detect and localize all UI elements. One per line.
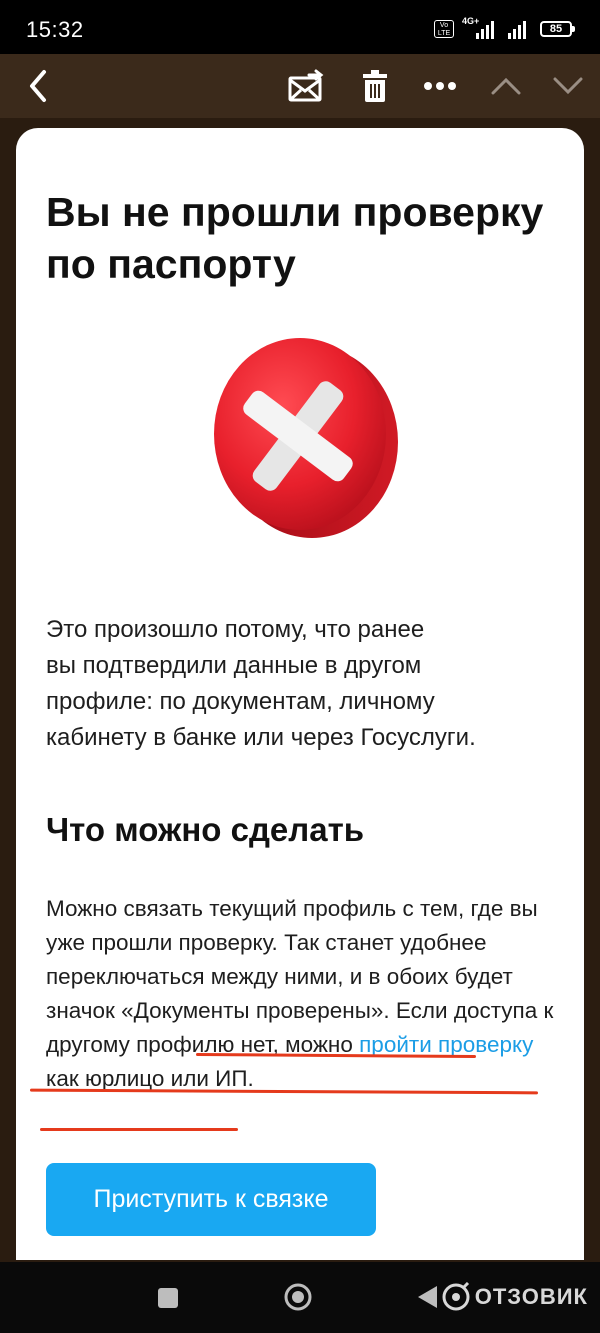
cellular-signal-icon: 4G+ — [462, 16, 500, 39]
system-nav-bar: ОТЗОВИК — [0, 1262, 600, 1333]
chevron-down-icon[interactable] — [544, 62, 592, 110]
clock: 15:32 — [26, 17, 84, 42]
more-icon[interactable] — [416, 62, 464, 110]
red-x-cross-icon — [204, 328, 404, 548]
explanation-text: Это произошло потому, что ранее вы подтв… — [46, 616, 476, 751]
status-icons: Vo LTE 4G+ 85 — [434, 16, 575, 40]
recent-apps-icon[interactable] — [157, 1287, 179, 1314]
annotation-underline-3 — [40, 1128, 238, 1131]
back-icon[interactable] — [14, 62, 62, 110]
body-text-part3: как юрлицо или ИП. — [46, 1066, 254, 1091]
chevron-up-icon[interactable] — [482, 62, 530, 110]
trash-icon[interactable] — [351, 62, 399, 110]
volte-icon: Vo LTE — [434, 20, 454, 38]
back-triangle-icon[interactable] — [415, 1284, 439, 1315]
page-title: Вы не прошли проверку по паспорту — [46, 189, 544, 287]
status-bar: 15:32 Vo LTE 4G+ 85 — [0, 0, 600, 54]
verify-link[interactable]: пройти проверку — [359, 1032, 533, 1057]
watermark-text: ОТЗОВИК — [474, 1284, 588, 1309]
cellular-signal-2-icon — [508, 19, 532, 39]
battery-icon: 85 — [540, 21, 575, 37]
section-heading: Что можно сделать — [46, 811, 365, 848]
home-icon[interactable] — [283, 1282, 313, 1317]
watermark-logo: ОТЗОВИК — [441, 1280, 588, 1314]
start-linking-button[interactable]: Приступить к связке — [46, 1163, 376, 1236]
mail-toolbar — [0, 54, 600, 118]
email-body: Вы не прошли проверку по паспорту Это пр… — [16, 128, 584, 1260]
mail-move-icon[interactable] — [282, 62, 330, 110]
body-paragraph: Можно связать текущий профиль с тем, где… — [46, 892, 571, 1096]
